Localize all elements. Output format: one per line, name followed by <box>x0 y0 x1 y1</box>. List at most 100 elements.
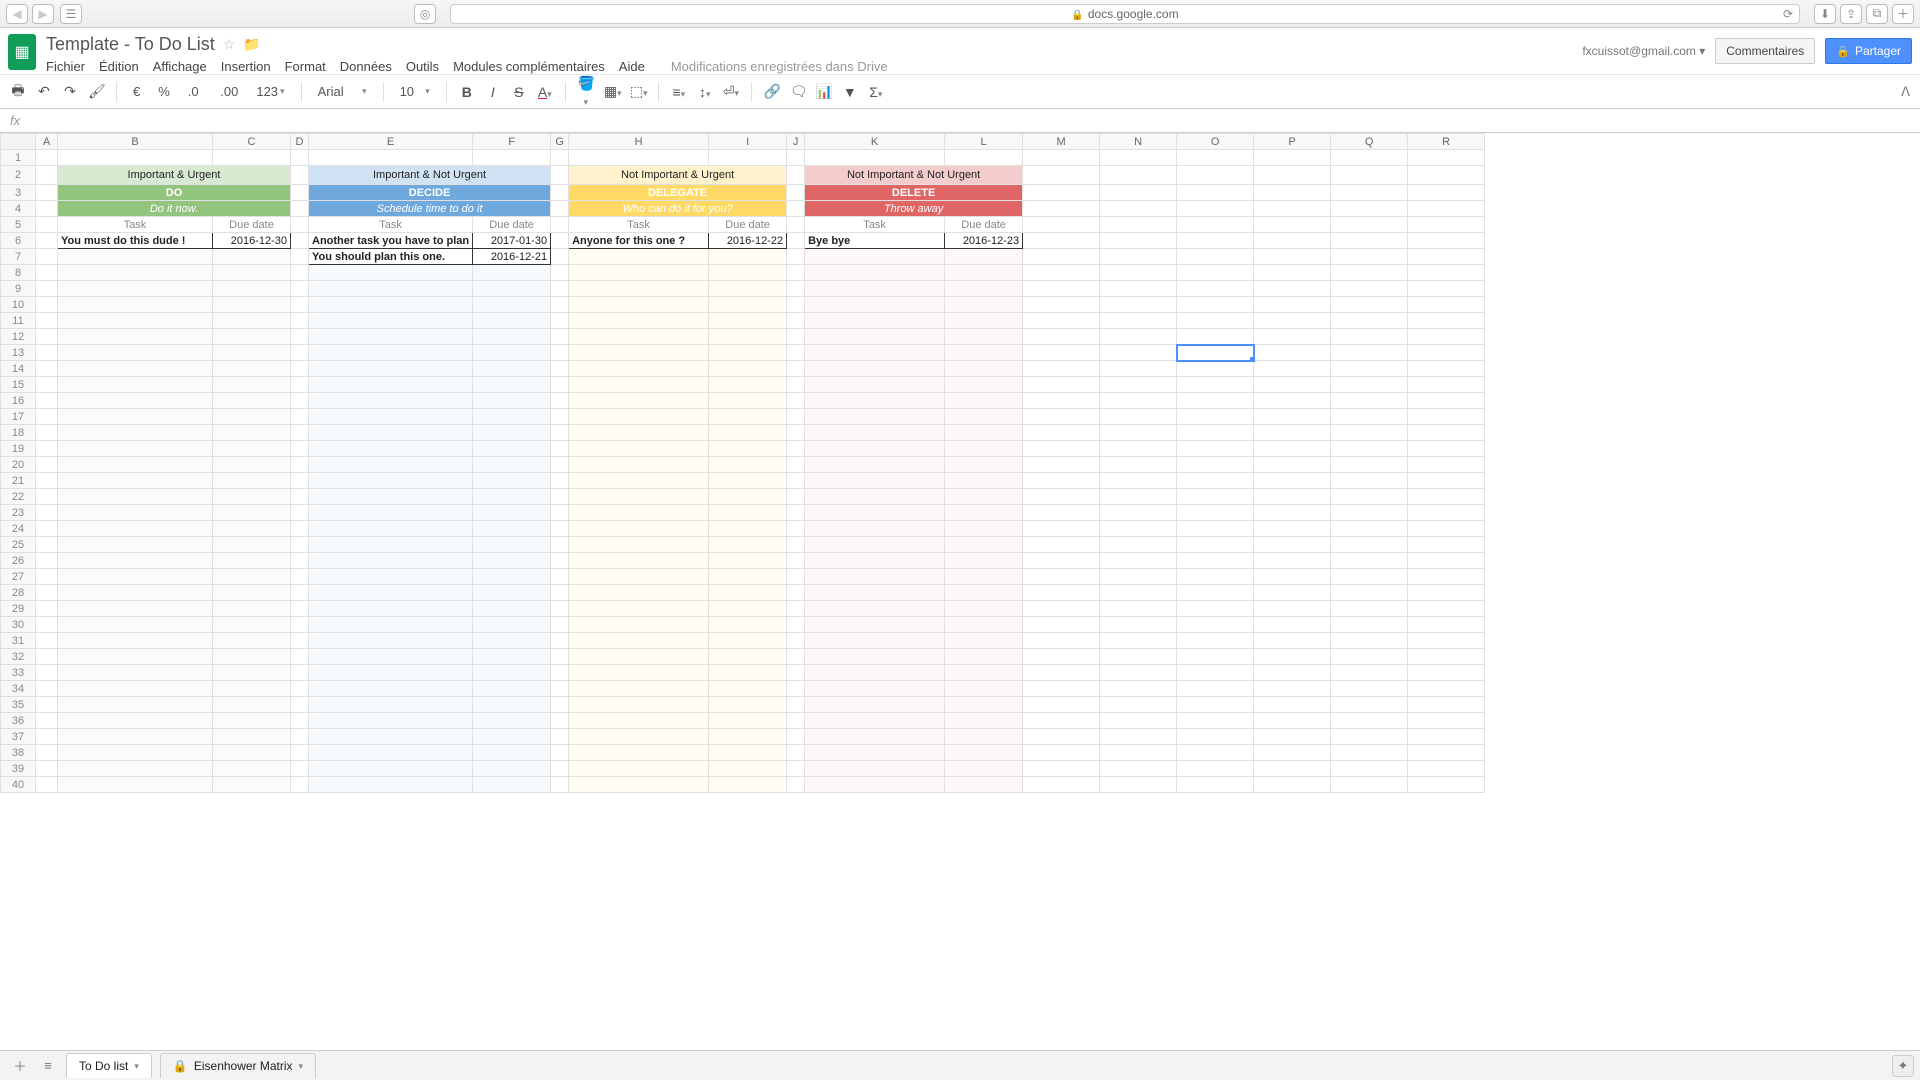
cell-A4[interactable] <box>36 201 58 217</box>
cell-A29[interactable] <box>36 601 58 617</box>
folder-icon[interactable]: 📁 <box>243 36 260 53</box>
cell-K5[interactable]: Task <box>805 217 945 233</box>
cell-E29[interactable] <box>309 601 473 617</box>
cell-Q24[interactable] <box>1331 521 1408 537</box>
cell-D1[interactable] <box>291 150 309 166</box>
paint-format-icon[interactable]: 🖌 <box>88 83 104 100</box>
cell-H15[interactable] <box>569 377 709 393</box>
cell-R29[interactable] <box>1408 601 1485 617</box>
cell-L20[interactable] <box>945 457 1023 473</box>
row-header-15[interactable]: 15 <box>1 377 36 393</box>
cell-I23[interactable] <box>709 505 787 521</box>
cell-D18[interactable] <box>291 425 309 441</box>
cell-O25[interactable] <box>1177 537 1254 553</box>
cell-C1[interactable] <box>213 150 291 166</box>
cell-J39[interactable] <box>787 761 805 777</box>
cell-R2[interactable] <box>1408 166 1485 185</box>
cell-O17[interactable] <box>1177 409 1254 425</box>
cell-L17[interactable] <box>945 409 1023 425</box>
font-size-select[interactable]: 10 ▾ <box>396 82 434 101</box>
cell-R36[interactable] <box>1408 713 1485 729</box>
cell-M9[interactable] <box>1023 281 1100 297</box>
col-header-B[interactable]: B <box>58 134 213 150</box>
cell-P20[interactable] <box>1254 457 1331 473</box>
cell-M40[interactable] <box>1023 777 1100 793</box>
cell-D4[interactable] <box>291 201 309 217</box>
cell-P4[interactable] <box>1254 201 1331 217</box>
cell-P27[interactable] <box>1254 569 1331 585</box>
cell-E7[interactable]: You should plan this one. <box>309 249 473 265</box>
cell-K15[interactable] <box>805 377 945 393</box>
cell-P7[interactable] <box>1254 249 1331 265</box>
cell-M30[interactable] <box>1023 617 1100 633</box>
cell-I26[interactable] <box>709 553 787 569</box>
strike-button[interactable]: S <box>511 84 527 100</box>
cell-G18[interactable] <box>551 425 569 441</box>
cell-M5[interactable] <box>1023 217 1100 233</box>
cell-L38[interactable] <box>945 745 1023 761</box>
cell-H11[interactable] <box>569 313 709 329</box>
cell-L7[interactable] <box>945 249 1023 265</box>
cell-Q37[interactable] <box>1331 729 1408 745</box>
borders-button[interactable]: ▦▾ <box>604 83 620 100</box>
cell-R14[interactable] <box>1408 361 1485 377</box>
cell-A16[interactable] <box>36 393 58 409</box>
cell-E15[interactable] <box>309 377 473 393</box>
cell-L34[interactable] <box>945 681 1023 697</box>
cell-N26[interactable] <box>1100 553 1177 569</box>
cell-J21[interactable] <box>787 473 805 489</box>
cell-M37[interactable] <box>1023 729 1100 745</box>
cell-J3[interactable] <box>787 185 805 201</box>
cell-N1[interactable] <box>1100 150 1177 166</box>
cell-K20[interactable] <box>805 457 945 473</box>
cell-G4[interactable] <box>551 201 569 217</box>
cell-O28[interactable] <box>1177 585 1254 601</box>
cell-G35[interactable] <box>551 697 569 713</box>
cell-O9[interactable] <box>1177 281 1254 297</box>
row-header-13[interactable]: 13 <box>1 345 36 361</box>
cell-D26[interactable] <box>291 553 309 569</box>
cell-B28[interactable] <box>58 585 213 601</box>
cell-I21[interactable] <box>709 473 787 489</box>
cell-D34[interactable] <box>291 681 309 697</box>
cell-M26[interactable] <box>1023 553 1100 569</box>
cell-F32[interactable] <box>473 649 551 665</box>
row-header-19[interactable]: 19 <box>1 441 36 457</box>
redo-icon[interactable]: ↷ <box>62 83 78 100</box>
cell-G5[interactable] <box>551 217 569 233</box>
cell-H18[interactable] <box>569 425 709 441</box>
cell-O32[interactable] <box>1177 649 1254 665</box>
cell-M18[interactable] <box>1023 425 1100 441</box>
cell-E13[interactable] <box>309 345 473 361</box>
cell-O24[interactable] <box>1177 521 1254 537</box>
cell-D35[interactable] <box>291 697 309 713</box>
cell-G22[interactable] <box>551 489 569 505</box>
cell-R6[interactable] <box>1408 233 1485 249</box>
cell-Q33[interactable] <box>1331 665 1408 681</box>
row-header-36[interactable]: 36 <box>1 713 36 729</box>
cell-E28[interactable] <box>309 585 473 601</box>
cell-A28[interactable] <box>36 585 58 601</box>
cell-J27[interactable] <box>787 569 805 585</box>
cell-H37[interactable] <box>569 729 709 745</box>
cell-I28[interactable] <box>709 585 787 601</box>
explore-button[interactable]: ✦ <box>1892 1055 1914 1077</box>
col-header-C[interactable]: C <box>213 134 291 150</box>
cell-H25[interactable] <box>569 537 709 553</box>
cell-C35[interactable] <box>213 697 291 713</box>
col-header-M[interactable]: M <box>1023 134 1100 150</box>
cell-P18[interactable] <box>1254 425 1331 441</box>
cell-I38[interactable] <box>709 745 787 761</box>
cell-A11[interactable] <box>36 313 58 329</box>
cell-G31[interactable] <box>551 633 569 649</box>
cell-H17[interactable] <box>569 409 709 425</box>
cell-R20[interactable] <box>1408 457 1485 473</box>
cell-H29[interactable] <box>569 601 709 617</box>
cell-L25[interactable] <box>945 537 1023 553</box>
cell-I13[interactable] <box>709 345 787 361</box>
cell-G34[interactable] <box>551 681 569 697</box>
cell-N38[interactable] <box>1100 745 1177 761</box>
cell-D11[interactable] <box>291 313 309 329</box>
cell-B27[interactable] <box>58 569 213 585</box>
cell-H9[interactable] <box>569 281 709 297</box>
